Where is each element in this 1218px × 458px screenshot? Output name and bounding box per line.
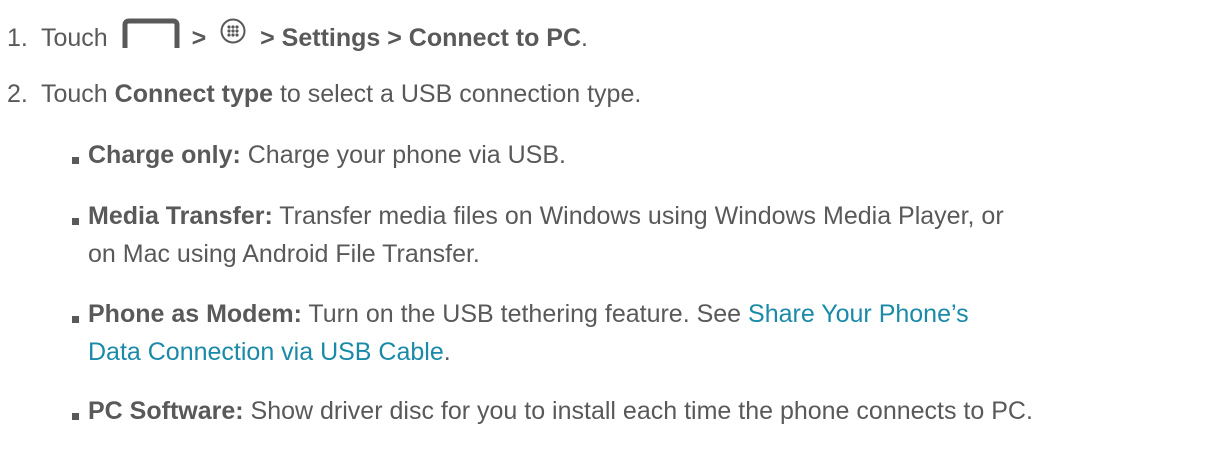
bullet-icon	[72, 413, 79, 420]
bullet-term: PC Software:	[88, 397, 244, 425]
apps-icon	[220, 18, 246, 44]
step-text: Touch	[41, 80, 115, 108]
bullet-text: Phone as Modem: Turn on the USB tetherin…	[88, 295, 969, 371]
step-body: Touch > > Settings > Connect to PC.	[41, 18, 588, 54]
bullet-term: Phone as Modem:	[88, 300, 302, 328]
step-number: 1.	[7, 24, 28, 52]
bullet-desc: Charge your phone via USB.	[240, 141, 566, 169]
share-data-connection-link[interactable]: Share Your Phone’s	[748, 300, 969, 328]
bullet-icon	[72, 316, 79, 323]
step-number: 2.	[7, 80, 28, 108]
step-text: to select a USB connection type.	[273, 80, 642, 108]
bullet-term: Charge only:	[88, 141, 241, 169]
bullet-desc-end: .	[443, 338, 451, 366]
step-text: Touch	[41, 24, 108, 52]
bullet-desc: Show driver disc for you to install each…	[243, 397, 1033, 425]
bullet-text: Media Transfer: Transfer media files on …	[88, 197, 1004, 273]
bullet-term: Media Transfer:	[88, 202, 273, 230]
bullet-desc: Turn on the USB tethering feature. See	[301, 300, 749, 328]
share-data-connection-link-continued[interactable]: Data Connection via USB Cable	[88, 338, 444, 366]
bullet-text: Charge only: Charge your phone via USB.	[88, 136, 566, 174]
bullet-text: PC Software: Show driver disc for you to…	[88, 392, 1033, 430]
step-body: Touch Connect type to select a USB conne…	[41, 80, 641, 109]
bullet-desc-continued: on Mac using Android File Transfer.	[88, 240, 480, 268]
step-path: > Settings > Connect to PC	[260, 24, 582, 52]
bullet-desc: Transfer media files on Windows using Wi…	[272, 202, 1004, 230]
home-icon	[122, 18, 180, 49]
step-period: .	[581, 24, 588, 52]
connect-type-label: Connect type	[114, 80, 274, 108]
bullet-icon	[72, 157, 79, 164]
step-separator: >	[191, 24, 207, 52]
bullet-icon	[72, 218, 79, 225]
